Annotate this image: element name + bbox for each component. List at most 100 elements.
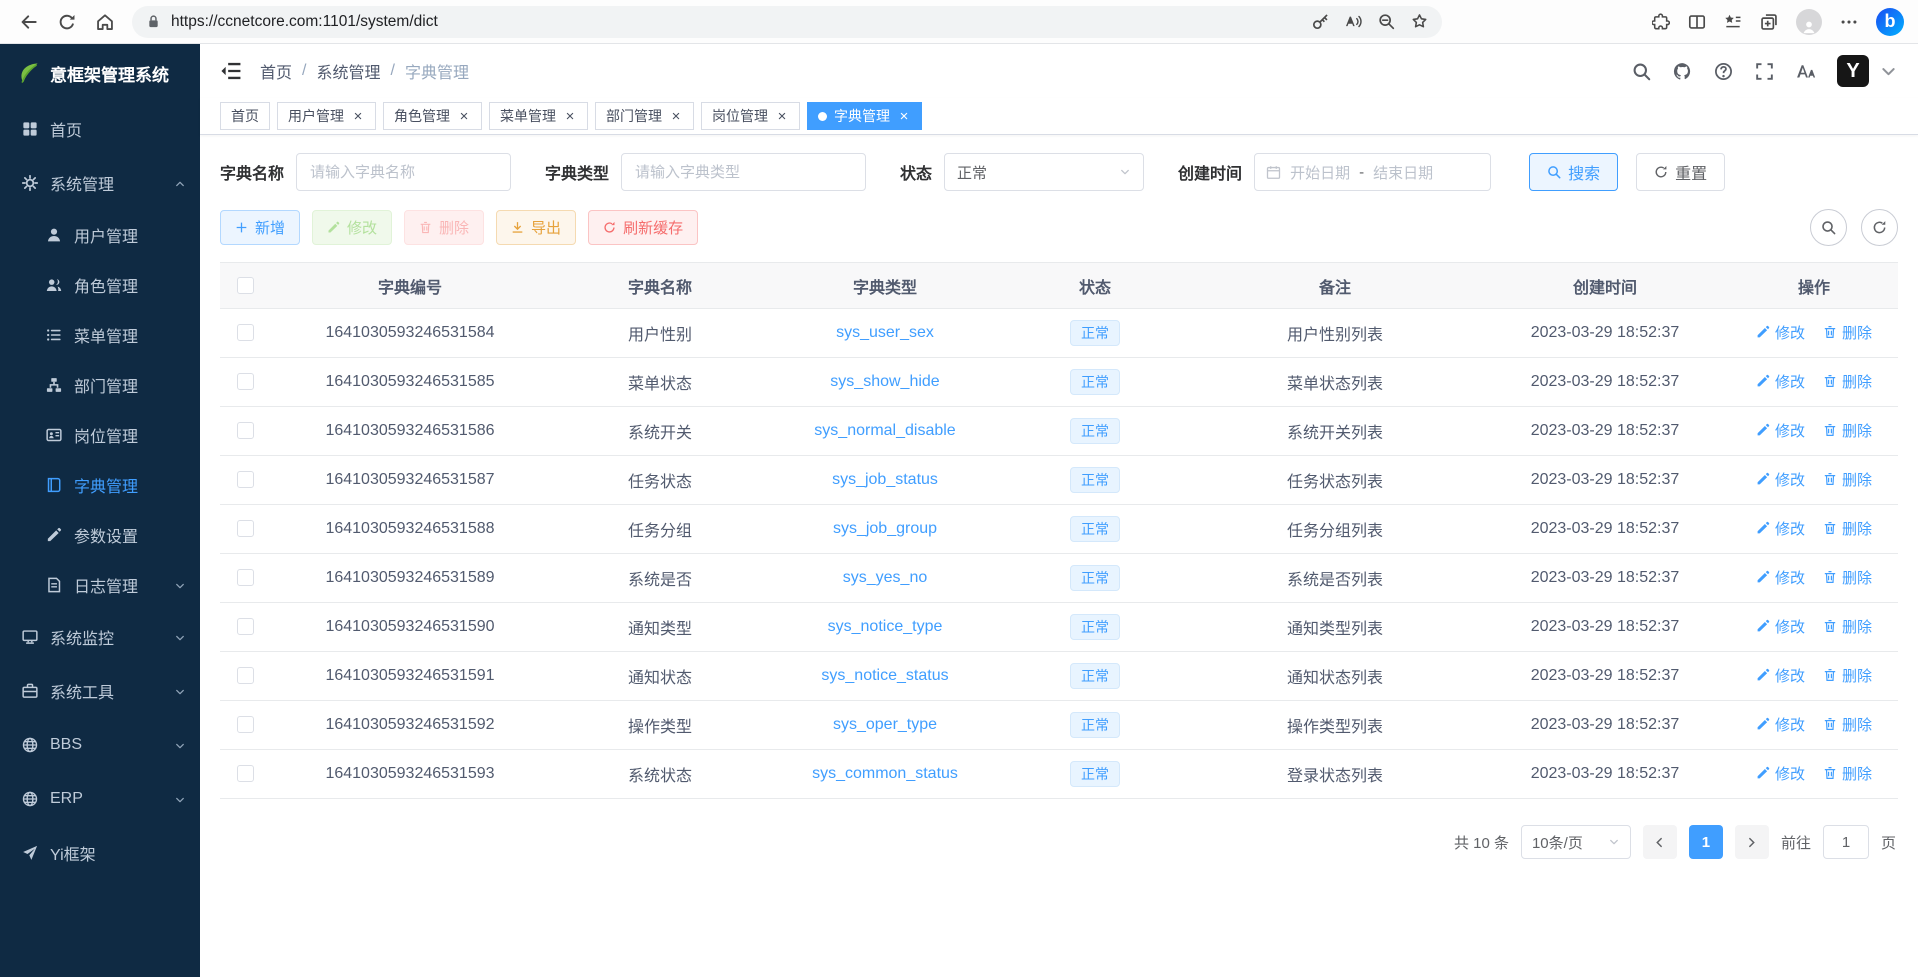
add-favorite-icon[interactable] xyxy=(1411,13,1428,30)
close-icon[interactable]: × xyxy=(457,109,471,124)
sidebar-item-tool[interactable]: 系统工具 xyxy=(0,664,200,718)
dict-type-link[interactable]: sys_common_status xyxy=(812,765,958,782)
date-range-picker[interactable]: 开始日期 - 结束日期 xyxy=(1254,153,1491,191)
row-checkbox[interactable] xyxy=(237,765,254,782)
header-search-icon[interactable] xyxy=(1632,62,1651,81)
sidebar-item-post[interactable]: 岗位管理 xyxy=(0,410,200,460)
delete-link[interactable]: 删除 xyxy=(1823,616,1872,637)
edit-link[interactable]: 修改 xyxy=(1756,322,1805,343)
search-button[interactable]: 搜索 xyxy=(1529,153,1618,191)
delete-link[interactable]: 删除 xyxy=(1823,469,1872,490)
collections-icon[interactable] xyxy=(1760,13,1778,31)
edit-link[interactable]: 修改 xyxy=(1756,616,1805,637)
edit-button[interactable]: 修改 xyxy=(312,210,392,245)
tab-dept[interactable]: 部门管理× xyxy=(595,102,694,130)
delete-link[interactable]: 删除 xyxy=(1823,714,1872,735)
sidebar-item-system[interactable]: 系统管理 xyxy=(0,156,200,210)
dict-type-link[interactable]: sys_notice_type xyxy=(828,618,943,635)
edit-link[interactable]: 修改 xyxy=(1756,665,1805,686)
user-avatar[interactable]: Y xyxy=(1837,55,1869,87)
delete-link[interactable]: 删除 xyxy=(1823,567,1872,588)
tab-home[interactable]: 首页 xyxy=(220,102,270,130)
app-logo[interactable]: 意框架管理系统 xyxy=(0,44,200,102)
refresh-cache-button[interactable]: 刷新缓存 xyxy=(588,210,698,245)
toggle-search-button[interactable] xyxy=(1810,209,1847,246)
page-size-select[interactable]: 10条/页 xyxy=(1521,825,1631,859)
dict-type-link[interactable]: sys_normal_disable xyxy=(814,422,955,439)
avatar-caret-icon[interactable] xyxy=(1879,62,1898,81)
sidebar-item-bbs[interactable]: BBS xyxy=(0,718,200,772)
row-checkbox[interactable] xyxy=(237,618,254,635)
sidebar-item-config[interactable]: 参数设置 xyxy=(0,510,200,560)
sidebar-item-role[interactable]: 角色管理 xyxy=(0,260,200,310)
edit-link[interactable]: 修改 xyxy=(1756,714,1805,735)
help-icon[interactable] xyxy=(1714,62,1733,81)
sidebar-item-monitor[interactable]: 系统监控 xyxy=(0,610,200,664)
close-icon[interactable]: × xyxy=(351,109,365,124)
back-button[interactable] xyxy=(12,5,46,39)
zoom-out-icon[interactable] xyxy=(1378,13,1395,30)
password-icon[interactable] xyxy=(1312,13,1329,30)
dict-type-link[interactable]: sys_notice_status xyxy=(821,667,948,684)
sidebar-item-dict[interactable]: 字典管理 xyxy=(0,460,200,510)
tab-post[interactable]: 岗位管理× xyxy=(701,102,800,130)
delete-link[interactable]: 删除 xyxy=(1823,420,1872,441)
edit-link[interactable]: 修改 xyxy=(1756,567,1805,588)
split-screen-icon[interactable] xyxy=(1688,13,1706,31)
sidebar-item-home[interactable]: 首页 xyxy=(0,102,200,156)
extensions-icon[interactable] xyxy=(1652,13,1670,31)
edit-link[interactable]: 修改 xyxy=(1756,371,1805,392)
edit-link[interactable]: 修改 xyxy=(1756,763,1805,784)
next-page-button[interactable] xyxy=(1735,825,1769,859)
sidebar-item-menu[interactable]: 菜单管理 xyxy=(0,310,200,360)
dict-type-link[interactable]: sys_job_status xyxy=(832,471,938,488)
bing-chat-icon[interactable]: b xyxy=(1876,8,1904,36)
tab-menu[interactable]: 菜单管理× xyxy=(489,102,588,130)
tab-dict[interactable]: 字典管理× xyxy=(807,102,922,130)
delete-link[interactable]: 删除 xyxy=(1823,371,1872,392)
address-bar[interactable]: https://ccnetcore.com:1101/system/dict xyxy=(132,6,1442,38)
edit-link[interactable]: 修改 xyxy=(1756,518,1805,539)
font-size-icon[interactable] xyxy=(1796,62,1815,81)
page-1-button[interactable]: 1 xyxy=(1689,825,1723,859)
row-checkbox[interactable] xyxy=(237,667,254,684)
menu-fold-icon[interactable] xyxy=(220,60,242,82)
goto-page-input[interactable] xyxy=(1823,825,1869,859)
close-icon[interactable]: × xyxy=(563,109,577,124)
read-aloud-icon[interactable] xyxy=(1345,13,1362,30)
delete-link[interactable]: 删除 xyxy=(1823,518,1872,539)
tab-user[interactable]: 用户管理× xyxy=(277,102,376,130)
sidebar-item-user[interactable]: 用户管理 xyxy=(0,210,200,260)
delete-link[interactable]: 删除 xyxy=(1823,665,1872,686)
refresh-table-button[interactable] xyxy=(1861,209,1898,246)
delete-button[interactable]: 删除 xyxy=(404,210,484,245)
github-icon[interactable] xyxy=(1673,62,1692,81)
close-icon[interactable]: × xyxy=(669,109,683,124)
dict-name-input[interactable] xyxy=(296,153,511,191)
row-checkbox[interactable] xyxy=(237,324,254,341)
sidebar-item-erp[interactable]: ERP xyxy=(0,772,200,826)
reset-button[interactable]: 重置 xyxy=(1636,153,1725,191)
dict-type-link[interactable]: sys_yes_no xyxy=(843,569,928,586)
select-all-checkbox[interactable] xyxy=(237,277,254,294)
row-checkbox[interactable] xyxy=(237,471,254,488)
edit-link[interactable]: 修改 xyxy=(1756,420,1805,441)
dict-type-input[interactable] xyxy=(621,153,866,191)
browser-home-button[interactable] xyxy=(88,5,122,39)
add-button[interactable]: 新增 xyxy=(220,210,300,245)
breadcrumb-item-system[interactable]: 系统管理 xyxy=(316,59,380,83)
delete-link[interactable]: 删除 xyxy=(1823,322,1872,343)
dict-type-link[interactable]: sys_user_sex xyxy=(836,324,934,341)
close-icon[interactable]: × xyxy=(897,109,911,124)
reload-button[interactable] xyxy=(50,5,84,39)
row-checkbox[interactable] xyxy=(237,373,254,390)
delete-link[interactable]: 删除 xyxy=(1823,763,1872,784)
edit-link[interactable]: 修改 xyxy=(1756,469,1805,490)
profile-avatar[interactable] xyxy=(1796,9,1822,35)
dict-type-link[interactable]: sys_oper_type xyxy=(833,716,937,733)
sidebar-item-yi[interactable]: Yi框架 xyxy=(0,826,200,880)
row-checkbox[interactable] xyxy=(237,569,254,586)
fullscreen-icon[interactable] xyxy=(1755,62,1774,81)
row-checkbox[interactable] xyxy=(237,716,254,733)
export-button[interactable]: 导出 xyxy=(496,210,576,245)
